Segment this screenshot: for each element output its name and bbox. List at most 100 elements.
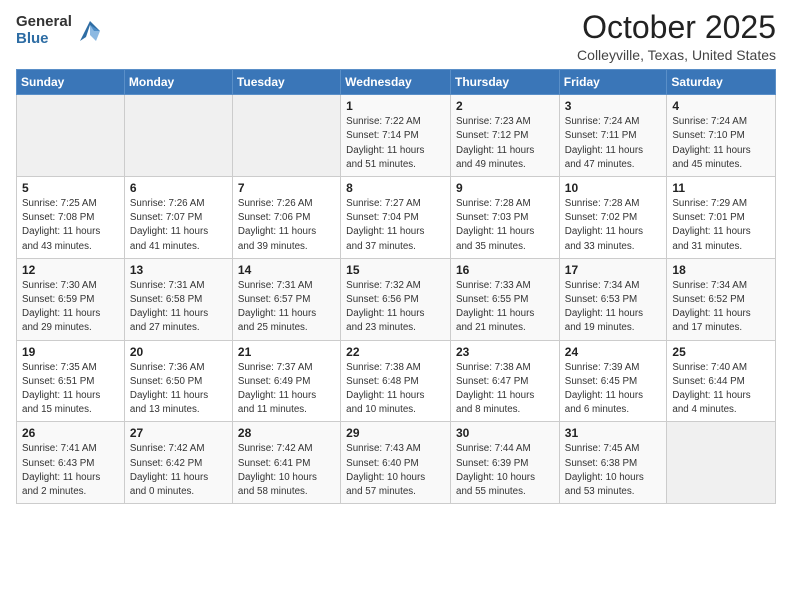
- calendar-cell: 7 Sunrise: 7:26 AM Sunset: 7:06 PM Daylig…: [232, 177, 340, 259]
- day-number: 22: [346, 345, 445, 359]
- day-number: 7: [238, 181, 335, 195]
- day-info: Sunrise: 7:29 AM Sunset: 7:01 PM Dayligh…: [672, 197, 770, 254]
- header-row: General Blue October 2025 Colleyville, T…: [16, 10, 776, 63]
- day-number: 13: [130, 263, 227, 277]
- header-tuesday: Tuesday: [232, 70, 340, 95]
- day-info: Sunrise: 7:39 AM Sunset: 6:45 PM Dayligh…: [565, 361, 662, 418]
- day-number: 4: [672, 99, 770, 113]
- day-number: 9: [456, 181, 554, 195]
- calendar-cell: 21Sunrise: 7:37 AM Sunset: 6:49 PM Dayli…: [232, 340, 340, 422]
- logo-general: General: [16, 14, 72, 31]
- header-monday: Monday: [124, 70, 232, 95]
- header-friday: Friday: [559, 70, 667, 95]
- calendar-cell: 25 Sunrise: 7:40 AM Sunset: 6:44 PM Dayli…: [667, 340, 776, 422]
- day-number: 3: [565, 99, 662, 113]
- calendar-week-4: 26 Sunrise: 7:41 AM Sunset: 6:43 PM Dayli…: [17, 422, 776, 504]
- calendar-cell: 20Sunrise: 7:36 AM Sunset: 6:50 PM Dayli…: [124, 340, 232, 422]
- calendar-table: Sunday Monday Tuesday Wednesday Thursday…: [16, 69, 776, 504]
- day-info: Sunrise: 7:27 AM Sunset: 7:04 PM Dayligh…: [346, 197, 445, 254]
- logo-text: General Blue: [16, 14, 72, 47]
- day-info: Sunrise: 7:28 AM Sunset: 7:02 PM Dayligh…: [565, 197, 662, 254]
- day-number: 23: [456, 345, 554, 359]
- calendar-cell: 17 Sunrise: 7:34 AM Sunset: 6:53 PM Dayli…: [559, 258, 667, 340]
- day-info: Sunrise: 7:30 AM Sunset: 6:59 PM Dayligh…: [22, 279, 119, 336]
- day-info: Sunrise: 7:43 AM Sunset: 6:40 PM Dayligh…: [346, 442, 445, 499]
- calendar-header-row: Sunday Monday Tuesday Wednesday Thursday…: [17, 70, 776, 95]
- calendar-cell: 13 Sunrise: 7:31 AM Sunset: 6:58 PM Dayli…: [124, 258, 232, 340]
- day-number: 19: [22, 345, 119, 359]
- day-number: 31: [565, 426, 662, 440]
- calendar-cell: 12 Sunrise: 7:30 AM Sunset: 6:59 PM Dayli…: [17, 258, 125, 340]
- calendar-cell: 26 Sunrise: 7:41 AM Sunset: 6:43 PM Dayli…: [17, 422, 125, 504]
- calendar-cell: [124, 95, 232, 177]
- calendar-cell: 10 Sunrise: 7:28 AM Sunset: 7:02 PM Dayli…: [559, 177, 667, 259]
- calendar-cell: 2 Sunrise: 7:23 AM Sunset: 7:12 PM Daylig…: [451, 95, 560, 177]
- calendar-cell: 31 Sunrise: 7:45 AM Sunset: 6:38 PM Dayli…: [559, 422, 667, 504]
- day-number: 12: [22, 263, 119, 277]
- logo-blue: Blue: [16, 31, 72, 48]
- day-number: 5: [22, 181, 119, 195]
- day-number: 15: [346, 263, 445, 277]
- day-number: 14: [238, 263, 335, 277]
- calendar-cell: 16 Sunrise: 7:33 AM Sunset: 6:55 PM Dayli…: [451, 258, 560, 340]
- header-wednesday: Wednesday: [341, 70, 451, 95]
- day-info: Sunrise: 7:34 AM Sunset: 6:53 PM Dayligh…: [565, 279, 662, 336]
- calendar-cell: 5Sunrise: 7:25 AM Sunset: 7:08 PM Daylig…: [17, 177, 125, 259]
- day-info: Sunrise: 7:38 AM Sunset: 6:48 PM Dayligh…: [346, 361, 445, 418]
- header-saturday: Saturday: [667, 70, 776, 95]
- day-number: 20: [130, 345, 227, 359]
- calendar-cell: 24Sunrise: 7:39 AM Sunset: 6:45 PM Dayli…: [559, 340, 667, 422]
- calendar-cell: 9 Sunrise: 7:28 AM Sunset: 7:03 PM Daylig…: [451, 177, 560, 259]
- logo-icon: [76, 17, 104, 45]
- calendar-cell: 6Sunrise: 7:26 AM Sunset: 7:07 PM Daylig…: [124, 177, 232, 259]
- location-subtitle: Colleyville, Texas, United States: [577, 47, 776, 63]
- day-info: Sunrise: 7:31 AM Sunset: 6:57 PM Dayligh…: [238, 279, 335, 336]
- day-number: 27: [130, 426, 227, 440]
- calendar-cell: 23 Sunrise: 7:38 AM Sunset: 6:47 PM Dayli…: [451, 340, 560, 422]
- header-thursday: Thursday: [451, 70, 560, 95]
- day-number: 2: [456, 99, 554, 113]
- header-sunday: Sunday: [17, 70, 125, 95]
- calendar-cell: 18Sunrise: 7:34 AM Sunset: 6:52 PM Dayli…: [667, 258, 776, 340]
- day-info: Sunrise: 7:42 AM Sunset: 6:42 PM Dayligh…: [130, 442, 227, 499]
- day-info: Sunrise: 7:26 AM Sunset: 7:06 PM Dayligh…: [238, 197, 335, 254]
- calendar-cell: 28Sunrise: 7:42 AM Sunset: 6:41 PM Dayli…: [232, 422, 340, 504]
- day-number: 1: [346, 99, 445, 113]
- day-info: Sunrise: 7:23 AM Sunset: 7:12 PM Dayligh…: [456, 115, 554, 172]
- day-number: 16: [456, 263, 554, 277]
- calendar-week-2: 12 Sunrise: 7:30 AM Sunset: 6:59 PM Dayli…: [17, 258, 776, 340]
- calendar-week-1: 5Sunrise: 7:25 AM Sunset: 7:08 PM Daylig…: [17, 177, 776, 259]
- day-number: 11: [672, 181, 770, 195]
- day-info: Sunrise: 7:28 AM Sunset: 7:03 PM Dayligh…: [456, 197, 554, 254]
- day-info: Sunrise: 7:44 AM Sunset: 6:39 PM Dayligh…: [456, 442, 554, 499]
- day-info: Sunrise: 7:32 AM Sunset: 6:56 PM Dayligh…: [346, 279, 445, 336]
- day-info: Sunrise: 7:40 AM Sunset: 6:44 PM Dayligh…: [672, 361, 770, 418]
- day-number: 26: [22, 426, 119, 440]
- day-info: Sunrise: 7:33 AM Sunset: 6:55 PM Dayligh…: [456, 279, 554, 336]
- calendar-cell: 14 Sunrise: 7:31 AM Sunset: 6:57 PM Dayli…: [232, 258, 340, 340]
- day-number: 10: [565, 181, 662, 195]
- day-info: Sunrise: 7:41 AM Sunset: 6:43 PM Dayligh…: [22, 442, 119, 499]
- calendar-cell: 3Sunrise: 7:24 AM Sunset: 7:11 PM Daylig…: [559, 95, 667, 177]
- month-title: October 2025: [577, 10, 776, 45]
- day-number: 17: [565, 263, 662, 277]
- calendar-week-3: 19 Sunrise: 7:35 AM Sunset: 6:51 PM Dayli…: [17, 340, 776, 422]
- day-info: Sunrise: 7:38 AM Sunset: 6:47 PM Dayligh…: [456, 361, 554, 418]
- day-info: Sunrise: 7:31 AM Sunset: 6:58 PM Dayligh…: [130, 279, 227, 336]
- calendar-cell: [17, 95, 125, 177]
- calendar-week-0: 1 Sunrise: 7:22 AM Sunset: 7:14 PM Daylig…: [17, 95, 776, 177]
- calendar-cell: 15 Sunrise: 7:32 AM Sunset: 6:56 PM Dayli…: [341, 258, 451, 340]
- day-number: 25: [672, 345, 770, 359]
- calendar-cell: [232, 95, 340, 177]
- day-number: 30: [456, 426, 554, 440]
- calendar-body: 1 Sunrise: 7:22 AM Sunset: 7:14 PM Daylig…: [17, 95, 776, 504]
- day-info: Sunrise: 7:45 AM Sunset: 6:38 PM Dayligh…: [565, 442, 662, 499]
- day-number: 18: [672, 263, 770, 277]
- calendar-cell: 22 Sunrise: 7:38 AM Sunset: 6:48 PM Dayli…: [341, 340, 451, 422]
- day-info: Sunrise: 7:35 AM Sunset: 6:51 PM Dayligh…: [22, 361, 119, 418]
- logo: General Blue: [16, 14, 104, 47]
- day-info: Sunrise: 7:42 AM Sunset: 6:41 PM Dayligh…: [238, 442, 335, 499]
- day-number: 29: [346, 426, 445, 440]
- day-info: Sunrise: 7:22 AM Sunset: 7:14 PM Dayligh…: [346, 115, 445, 172]
- calendar-cell: 29 Sunrise: 7:43 AM Sunset: 6:40 PM Dayli…: [341, 422, 451, 504]
